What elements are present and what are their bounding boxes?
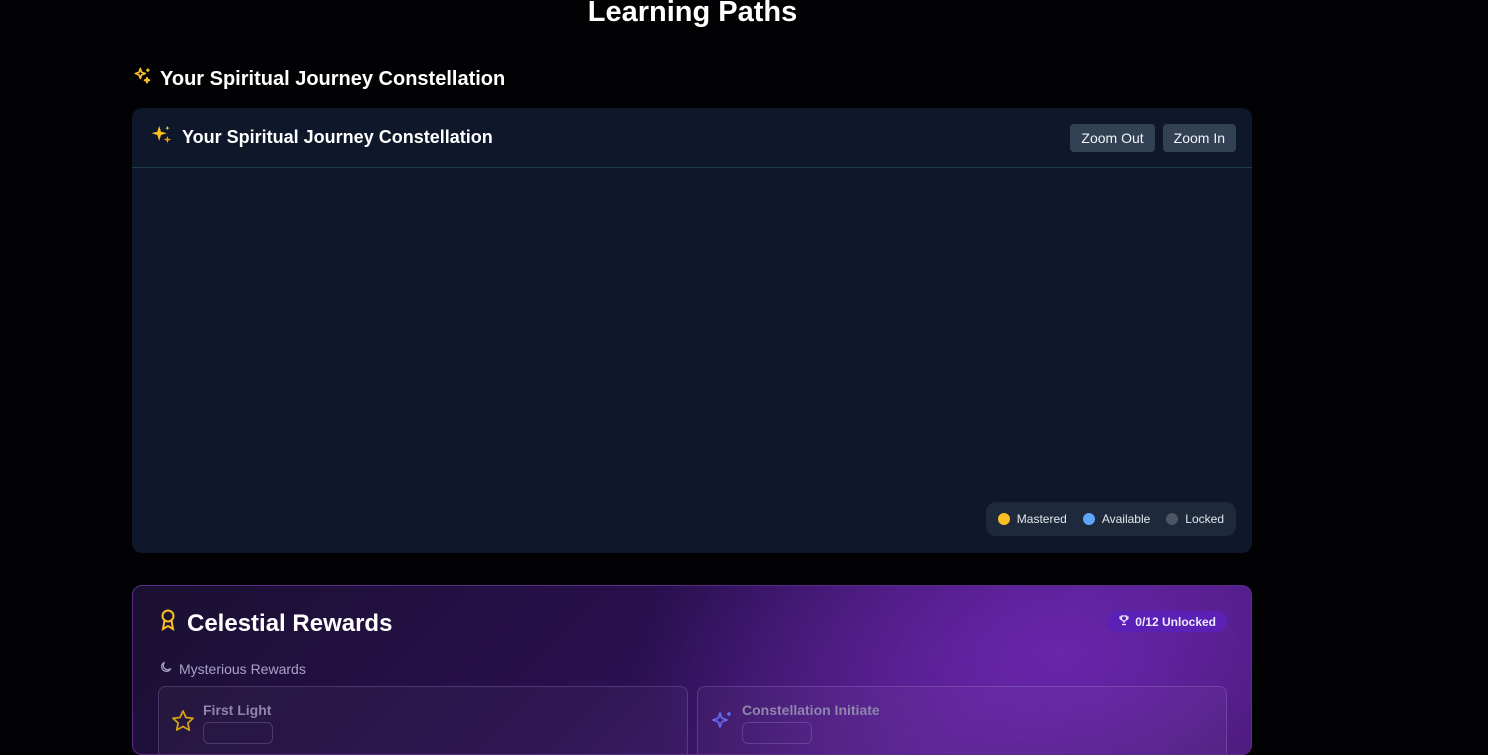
unlock-count-badge: 0/12 Unlocked <box>1107 611 1227 632</box>
trophy-icon <box>1118 614 1130 629</box>
panel-title-group: Your Spiritual Journey Constellation <box>150 124 493 151</box>
rewards-title-group: Celestial Rewards <box>159 609 392 638</box>
legend-label: Locked <box>1185 512 1224 526</box>
legend-item-mastered: Mastered <box>997 512 1067 526</box>
rewards-subtitle-group: Mysterious Rewards <box>159 660 306 677</box>
unlock-count: 0/12 Unlocked <box>1135 614 1216 629</box>
star-icon <box>171 709 195 738</box>
zoom-in-button[interactable]: Zoom In <box>1162 123 1236 152</box>
constellation-canvas[interactable]: Mastered Available Locked <box>132 168 1252 552</box>
legend-label: Available <box>1101 512 1151 526</box>
section-title: Your Spiritual Journey Constellation <box>160 67 506 90</box>
mastered-dot <box>997 513 1010 525</box>
section-heading: Your Spiritual Journey Constellation <box>132 66 505 92</box>
zoom-controls: Zoom Out Zoom In <box>1070 123 1236 152</box>
award-icon <box>159 609 177 638</box>
locked-dot <box>1166 513 1179 525</box>
sparkles-emoji-icon <box>150 124 172 151</box>
rewards-title: Celestial Rewards <box>187 609 393 637</box>
reward-card-first-light[interactable]: First Light <box>158 686 688 754</box>
legend-item-locked: Locked <box>1166 512 1224 526</box>
reward-name: Constellation Initiate <box>742 702 880 718</box>
rewards-subtitle: Mysterious Rewards <box>179 660 306 677</box>
legend-label: Mastered <box>1016 512 1067 526</box>
legend: Mastered Available Locked <box>985 502 1236 536</box>
panel-header: Your Spiritual Journey Constellation Zoo… <box>132 108 1252 168</box>
celestial-rewards-panel: Celestial Rewards 0/12 Unlocked Mysterio… <box>132 585 1252 755</box>
available-dot <box>1082 513 1095 525</box>
reward-card-constellation-initiate[interactable]: Constellation Initiate <box>697 686 1227 754</box>
reward-status-chip <box>203 722 273 744</box>
panel-title: Your Spiritual Journey Constellation <box>182 127 493 147</box>
sparkles-icon <box>132 66 152 92</box>
constellation-panel: Your Spiritual Journey Constellation Zoo… <box>132 108 1252 553</box>
reward-name: First Light <box>203 702 272 718</box>
sparkles-icon <box>710 709 734 738</box>
legend-item-available: Available <box>1082 512 1151 526</box>
moon-icon <box>159 660 173 677</box>
reward-status-chip <box>742 722 812 744</box>
page-title: Learning Paths <box>587 0 798 28</box>
zoom-out-button[interactable]: Zoom Out <box>1070 123 1155 152</box>
